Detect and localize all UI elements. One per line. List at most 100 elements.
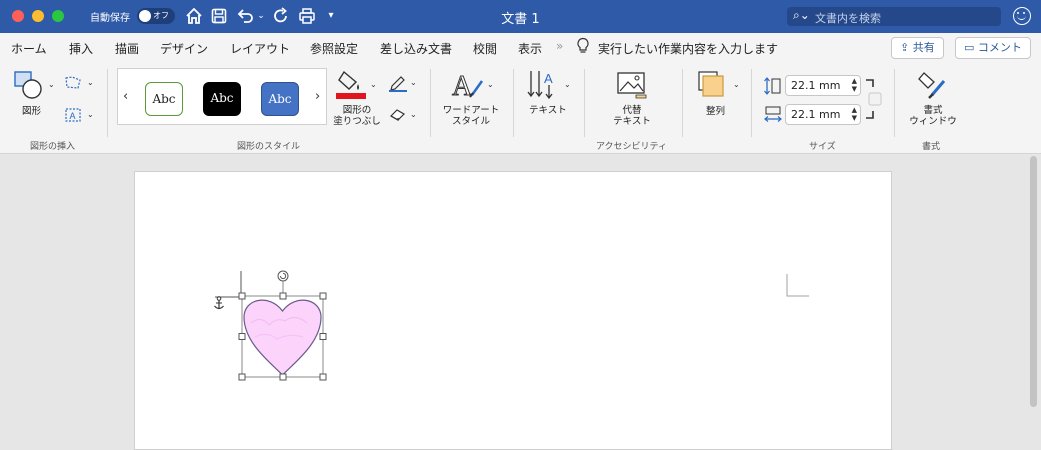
shape-width-value: 22.1 mm bbox=[791, 108, 841, 121]
toggle-knob bbox=[139, 10, 151, 22]
vertical-scrollbar[interactable] bbox=[1028, 156, 1040, 448]
tab-mailings[interactable]: 差し込み文書 bbox=[380, 40, 452, 57]
autosave-state: オフ bbox=[153, 11, 169, 20]
group-divider bbox=[584, 69, 585, 137]
fill-label-line2: 塗りつぶし bbox=[333, 116, 381, 127]
arrange-icon[interactable] bbox=[697, 70, 727, 100]
outline-dropdown-chevron-icon[interactable]: ⌄ bbox=[410, 78, 417, 87]
shapes-dropdown-chevron-icon[interactable]: ⌄ bbox=[48, 80, 55, 89]
rotate-handle-icon bbox=[277, 270, 289, 282]
fill-color-swatch bbox=[336, 93, 366, 99]
autosave-toggle[interactable]: オフ bbox=[137, 8, 175, 24]
gallery-next-icon[interactable]: › bbox=[315, 89, 320, 104]
gallery-prev-icon[interactable]: ‹ bbox=[123, 89, 128, 104]
text-box-icon[interactable]: A bbox=[64, 107, 82, 123]
shapes-icon[interactable] bbox=[13, 70, 43, 100]
comments-button[interactable]: ▭ コメント bbox=[955, 37, 1031, 59]
text-label: テキスト bbox=[529, 105, 567, 116]
paint-bucket-icon[interactable] bbox=[336, 68, 366, 100]
lock-aspect-ratio-icon[interactable] bbox=[863, 77, 885, 123]
search-box[interactable]: ⌕⌄ 文書内を検索 bbox=[787, 7, 1001, 26]
wordart-label: ワードアート スタイル bbox=[437, 105, 505, 127]
share-button-label: 共有 bbox=[912, 41, 935, 54]
format-pane-label-line1: 書式 bbox=[923, 105, 943, 116]
group-divider bbox=[107, 69, 108, 137]
ribbon-tabs: ホーム 挿入 描画 デザイン レイアウト 参照設定 差し込み文書 校閲 表示 »… bbox=[0, 33, 1041, 63]
text-direction-icon[interactable]: A bbox=[527, 69, 561, 101]
tab-review[interactable]: 校閲 bbox=[473, 40, 497, 57]
shape-styles-gallery: ‹ Abc Abc Abc › bbox=[117, 68, 327, 125]
format-group-label: 書式 bbox=[922, 142, 941, 152]
edit-shape-icon[interactable] bbox=[64, 75, 82, 91]
shape-effects-icon[interactable] bbox=[388, 106, 408, 122]
group-divider bbox=[751, 69, 752, 137]
svg-text:A: A bbox=[70, 111, 76, 121]
shape-height-value: 22.1 mm bbox=[791, 79, 841, 92]
ribbon: ⌄ 図形 ⌄ A ⌄ 図形の挿入 ‹ Abc Abc Abc › ⌄ 図形の 塗… bbox=[0, 63, 1041, 154]
effects-dropdown-chevron-icon[interactable]: ⌄ bbox=[410, 110, 417, 119]
shape-width-field[interactable]: 22.1 mm ▲ ▼ bbox=[785, 104, 861, 125]
more-tabs-chevron-icon[interactable]: » bbox=[556, 39, 563, 53]
comment-icon: ▭ bbox=[964, 41, 975, 54]
tab-layout[interactable]: レイアウト bbox=[230, 40, 290, 57]
text-box-dropdown-chevron-icon[interactable]: ⌄ bbox=[87, 110, 94, 119]
margin-corner-mark-left bbox=[215, 271, 242, 298]
zoom-window-button[interactable] bbox=[52, 10, 64, 22]
feedback-smiley-icon[interactable] bbox=[1013, 7, 1031, 25]
insert-shapes-group-label: 図形の挿入 bbox=[30, 142, 76, 152]
minimize-window-button[interactable] bbox=[32, 10, 44, 22]
style-sample-black[interactable]: Abc bbox=[203, 82, 241, 116]
format-pane-label: 書式 ウィンドウ bbox=[905, 105, 961, 127]
text-dropdown-chevron-icon[interactable]: ⌄ bbox=[564, 80, 571, 89]
shape-height-field[interactable]: 22.1 mm ▲ ▼ bbox=[785, 75, 861, 96]
edit-shape-dropdown-chevron-icon[interactable]: ⌄ bbox=[87, 78, 94, 87]
arrange-dropdown-chevron-icon[interactable]: ⌄ bbox=[733, 80, 740, 89]
group-divider bbox=[682, 69, 683, 137]
search-icon: ⌕⌄ bbox=[793, 8, 810, 22]
svg-text:A: A bbox=[544, 71, 553, 86]
share-icon: ⇪ bbox=[900, 41, 910, 54]
share-button[interactable]: ⇪ 共有 bbox=[891, 37, 944, 59]
fill-label: 図形の 塗りつぶし bbox=[332, 105, 382, 127]
customize-toolbar-icon[interactable]: ▾ bbox=[325, 4, 337, 28]
tab-design[interactable]: デザイン bbox=[160, 40, 208, 57]
tab-draw[interactable]: 描画 bbox=[115, 40, 139, 57]
alt-text-icon[interactable] bbox=[616, 71, 648, 99]
size-group-label: サイズ bbox=[809, 142, 836, 152]
undo-dropdown-chevron-icon[interactable]: ⌄ bbox=[256, 4, 266, 28]
width-stepper-icon[interactable]: ▲ ▼ bbox=[852, 106, 857, 122]
document-page[interactable] bbox=[134, 171, 892, 450]
style-sample-outline[interactable]: Abc bbox=[145, 82, 183, 116]
wordart-dropdown-chevron-icon[interactable]: ⌄ bbox=[487, 80, 494, 89]
wordart-label-line1: ワードアート bbox=[442, 105, 500, 116]
redo-icon[interactable] bbox=[271, 4, 291, 28]
format-pane-icon[interactable] bbox=[918, 69, 948, 101]
print-icon[interactable] bbox=[297, 4, 317, 28]
undo-icon[interactable] bbox=[234, 4, 256, 28]
fill-dropdown-chevron-icon[interactable]: ⌄ bbox=[370, 80, 377, 89]
heart-fill bbox=[243, 299, 322, 376]
tab-view[interactable]: 表示 bbox=[518, 40, 542, 57]
group-divider bbox=[513, 69, 514, 137]
tab-insert[interactable]: 挿入 bbox=[69, 40, 93, 57]
alt-text-label-line2: テキスト bbox=[613, 116, 651, 127]
margin-corner-mark bbox=[786, 274, 809, 297]
scrollbar-thumb[interactable] bbox=[1030, 156, 1037, 407]
autosave-label: 自動保存 bbox=[90, 13, 130, 24]
close-window-button[interactable] bbox=[12, 10, 24, 22]
anchor-icon bbox=[214, 296, 224, 310]
group-divider bbox=[430, 69, 431, 137]
shape-outline-icon[interactable] bbox=[388, 74, 408, 92]
fill-label-line1: 図形の bbox=[342, 105, 372, 116]
home-icon[interactable] bbox=[184, 4, 204, 28]
shape-width-icon bbox=[764, 106, 782, 122]
selected-heart-shape[interactable] bbox=[211, 267, 331, 383]
tab-references[interactable]: 参照設定 bbox=[310, 40, 358, 57]
tell-me-box[interactable]: 実行したい作業内容を入力します bbox=[598, 40, 778, 57]
save-icon[interactable] bbox=[209, 4, 229, 28]
style-sample-blue[interactable]: Abc bbox=[261, 82, 299, 116]
wordart-styles-icon[interactable]: A bbox=[450, 69, 486, 101]
tab-home[interactable]: ホーム bbox=[11, 40, 47, 57]
shapes-label: 図形 bbox=[22, 106, 42, 117]
height-stepper-icon[interactable]: ▲ ▼ bbox=[852, 77, 857, 93]
